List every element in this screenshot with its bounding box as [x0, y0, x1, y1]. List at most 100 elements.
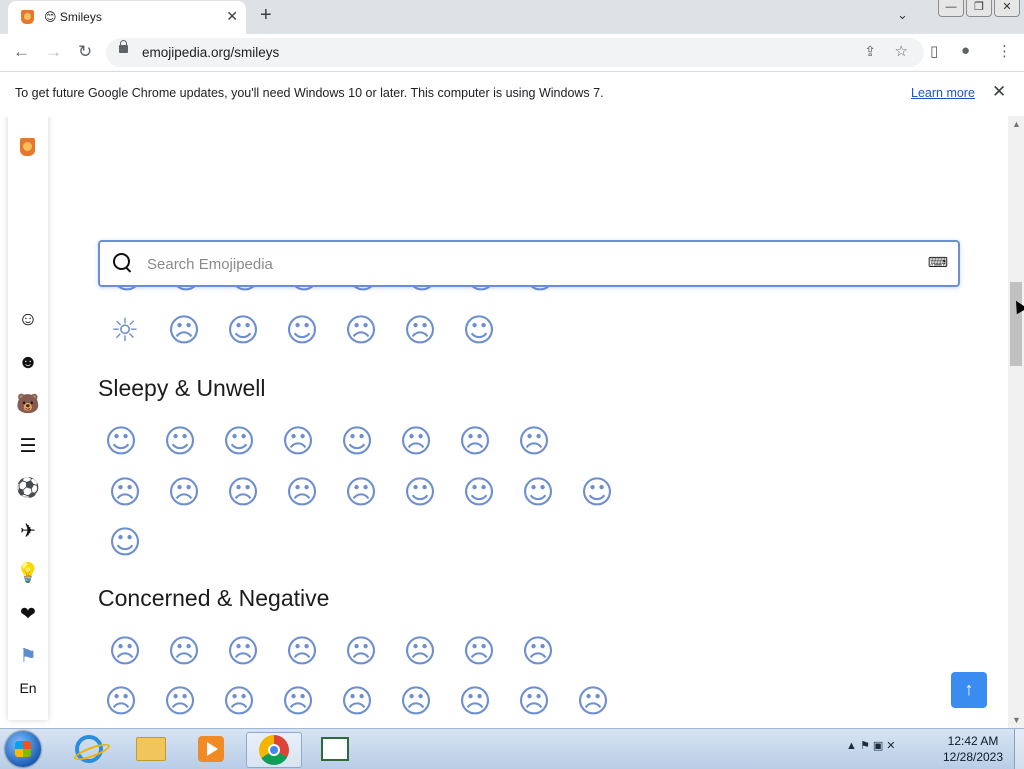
- taskbar-ie[interactable]: [62, 732, 116, 766]
- activities-category-icon[interactable]: ⚽: [16, 477, 40, 501]
- show-desktop-button[interactable]: [1014, 729, 1024, 769]
- emoji-row: ☺: [104, 521, 163, 563]
- restore-button[interactable]: ❐: [966, 0, 992, 17]
- emoji[interactable]: ☹: [163, 471, 205, 513]
- kebab-menu-icon[interactable]: ⋮: [997, 42, 1012, 60]
- page-scrollbar[interactable]: ▲ ▼: [1008, 116, 1024, 728]
- emoji[interactable]: ☺: [222, 309, 264, 351]
- back-to-top-button[interactable]: ↑: [951, 672, 987, 708]
- taskbar-chrome[interactable]: [246, 732, 302, 768]
- emoji[interactable]: ☺: [281, 309, 323, 351]
- learn-more-link[interactable]: Learn more: [911, 86, 975, 100]
- chrome-icon: [259, 735, 289, 765]
- taskbar-explorer[interactable]: [124, 732, 178, 766]
- emoji[interactable]: ☺: [458, 309, 500, 351]
- section-title-concerned-negative: Concerned & Negative: [98, 585, 330, 611]
- emoji[interactable]: ☹: [163, 309, 205, 351]
- scroll-down-arrow-icon[interactable]: ▼: [1012, 715, 1021, 725]
- emoji[interactable]: ☹: [399, 309, 441, 351]
- language-switch[interactable]: En: [16, 676, 40, 700]
- animals-category-icon[interactable]: 🐻: [16, 393, 40, 417]
- taskbar-app[interactable]: [308, 732, 362, 766]
- emoji[interactable]: ☹: [281, 471, 323, 513]
- emoji[interactable]: ☺: [458, 471, 500, 513]
- emoji[interactable]: ☹: [454, 420, 496, 462]
- emoji[interactable]: ☺: [159, 420, 201, 462]
- profile-avatar-icon[interactable]: ●: [961, 42, 970, 59]
- emoji[interactable]: ☺: [218, 420, 260, 462]
- infobar-close-icon[interactable]: ✕: [992, 82, 1006, 102]
- objects-category-icon[interactable]: 💡: [16, 562, 40, 586]
- forward-arrow-icon[interactable]: →: [45, 42, 62, 62]
- system-tray-icons[interactable]: ▲ ⚑ ▣ ✕: [846, 739, 896, 752]
- emojipedia-logo-icon[interactable]: [20, 138, 35, 156]
- emoji[interactable]: ☹: [340, 471, 382, 513]
- emoji-row: ☼ ☹ ☺ ☺ ☹ ☹ ☺: [104, 309, 517, 351]
- emoji[interactable]: ☹: [104, 471, 146, 513]
- emoji[interactable]: ☹: [163, 630, 205, 672]
- emoji[interactable]: ☹: [572, 680, 614, 722]
- emoji[interactable]: ☹: [513, 680, 555, 722]
- back-arrow-icon[interactable]: ←: [13, 42, 30, 62]
- emoji[interactable]: ☹: [336, 680, 378, 722]
- emoji[interactable]: ☺: [100, 420, 142, 462]
- emoji[interactable]: ☺: [336, 420, 378, 462]
- title-bar: 😊 Smileys ✕ + ⌄ — ❐ ✕: [0, 0, 1024, 34]
- scroll-up-arrow-icon[interactable]: ▲: [1012, 119, 1021, 129]
- emoji[interactable]: ☺: [104, 521, 146, 563]
- emoji[interactable]: ☺: [399, 471, 441, 513]
- tab-close-icon[interactable]: ✕: [226, 8, 238, 25]
- food-category-icon[interactable]: ☰: [16, 435, 40, 459]
- emoji[interactable]: ☹: [454, 680, 496, 722]
- emoji[interactable]: ☹: [399, 630, 441, 672]
- emoji[interactable]: ☼: [104, 309, 146, 351]
- share-icon[interactable]: ⇪: [864, 43, 876, 60]
- lock-icon[interactable]: [119, 40, 128, 53]
- emoji[interactable]: ☹: [277, 680, 319, 722]
- scroll-thumb[interactable]: [1010, 282, 1022, 366]
- emoji[interactable]: ☺: [576, 471, 618, 513]
- emoji[interactable]: ☹: [218, 680, 260, 722]
- close-window-button[interactable]: ✕: [994, 0, 1020, 17]
- minimize-button[interactable]: —: [938, 0, 964, 17]
- emoji[interactable]: ☹: [159, 680, 201, 722]
- emoji-row: ☹ ☹ ☹ ☹ ☹ ☹ ☹ ☹ ☹: [100, 680, 631, 722]
- windows-taskbar: ▲ ⚑ ▣ ✕ 12:42 AM 12/28/2023: [0, 728, 1024, 769]
- emoji[interactable]: ☹: [222, 630, 264, 672]
- emoji[interactable]: ☹: [277, 420, 319, 462]
- emoji[interactable]: ☹: [100, 680, 142, 722]
- section-title-sleepy-unwell: Sleepy & Unwell: [98, 375, 266, 401]
- emoji[interactable]: ☹: [222, 471, 264, 513]
- bookmark-star-icon[interactable]: ☆: [895, 42, 908, 60]
- smileys-category-icon[interactable]: ☺: [16, 308, 40, 332]
- emoji[interactable]: ☹: [340, 309, 382, 351]
- travel-category-icon[interactable]: ✈: [16, 520, 40, 544]
- tab-search-chevron-icon[interactable]: ⌄: [897, 7, 908, 23]
- page-viewport: ☺ ☻ 🐻 ☰ ⚽ ✈ 💡 ❤ ⚑ En ☺ ☺ ☺ ☺ ☺ ☺ ☺ ☺ ⌨ ☼…: [0, 116, 1008, 728]
- flags-category-icon[interactable]: ⚑: [16, 645, 40, 669]
- search-input[interactable]: [145, 251, 909, 277]
- emoji[interactable]: ☹: [340, 630, 382, 672]
- side-panel-icon[interactable]: ▯: [930, 42, 938, 60]
- emoji[interactable]: ☹: [513, 420, 555, 462]
- tab-smileys[interactable]: 😊 Smileys ✕: [8, 1, 246, 34]
- address-bar[interactable]: emojipedia.org/smileys ⇪ ☆: [106, 38, 924, 67]
- symbols-category-icon[interactable]: ❤: [16, 603, 40, 627]
- taskbar-media-player[interactable]: [184, 732, 238, 766]
- emoji[interactable]: ☹: [458, 630, 500, 672]
- emoji[interactable]: ☺: [517, 471, 559, 513]
- emoji[interactable]: ☹: [281, 630, 323, 672]
- start-button[interactable]: [5, 731, 41, 767]
- people-category-icon[interactable]: ☻: [16, 351, 40, 375]
- emoji[interactable]: ☹: [395, 680, 437, 722]
- emoji[interactable]: ☹: [104, 630, 146, 672]
- new-tab-button[interactable]: +: [260, 4, 272, 27]
- emoji[interactable]: ☹: [395, 420, 437, 462]
- reload-icon[interactable]: ↻: [78, 42, 92, 62]
- emojipedia-favicon-icon: [21, 10, 34, 24]
- url-text[interactable]: emojipedia.org/smileys: [142, 45, 279, 60]
- clock-date: 12/28/2023: [942, 750, 1004, 764]
- emoji[interactable]: ☹: [517, 630, 559, 672]
- taskbar-clock[interactable]: 12:42 AM 12/28/2023: [940, 733, 1006, 765]
- emoji-keyboard-icon[interactable]: ⌨: [928, 254, 948, 271]
